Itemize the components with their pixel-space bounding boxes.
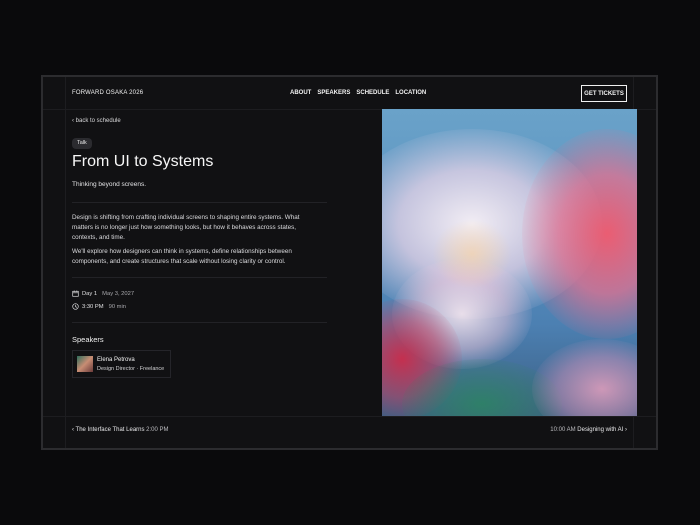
grid-line [65,77,66,448]
get-tickets-button[interactable]: GET TICKETS [581,85,627,102]
talk-date: Day 1 May 3, 2027 [72,290,134,297]
nav-schedule[interactable]: SCHEDULE [356,90,389,96]
next-talk-title: Designing with AI › [577,427,627,433]
calendar-icon [72,290,79,297]
previous-talk-link[interactable]: ‹ The Interface That Learns 2:00 PM [72,427,169,433]
talk-type-badge: Talk [72,138,92,149]
speaker-role: Design Director · Freelance [97,366,165,372]
abstract-flower-photo [382,109,637,416]
section-divider [72,322,327,323]
nav-about[interactable]: ABOUT [290,90,311,96]
speakers-heading: Speakers [72,335,104,344]
section-divider [72,277,327,278]
next-talk-link[interactable]: 10:00 AM Designing with AI › [550,427,627,433]
talk-title: From UI to Systems [72,153,214,170]
nav-speakers[interactable]: SPEAKERS [317,90,350,96]
main-nav: ABOUT SPEAKERS SCHEDULE LOCATION [290,90,426,96]
back-to-schedule-link[interactable]: ‹ back to schedule [72,118,121,124]
clock-icon [72,303,79,310]
brand-logo[interactable]: FORWARD OSAKA 2026 [72,90,143,96]
talk-subtitle: Thinking beyond screens. [72,181,147,188]
avatar [77,356,93,372]
footer-divider [43,416,656,417]
time-value: 3:30 PM [82,303,104,310]
previous-talk-title: ‹ The Interface That Learns [72,427,145,433]
talk-description-1: Design is shifting from crafting individ… [72,214,300,242]
previous-talk-time: 2:00 PM [146,427,169,433]
speaker-card[interactable]: Elena Petrova Design Director · Freelanc… [72,350,171,378]
section-divider [72,202,327,203]
talk-description-2: We'll explore how designers can think in… [72,248,292,266]
talk-time: 3:30 PM 90 min [72,303,126,310]
date-value: May 3, 2027 [102,290,135,297]
nav-location[interactable]: LOCATION [395,90,426,96]
speaker-name: Elena Petrova [97,357,135,363]
duration-value: 90 min [108,303,126,310]
day-label: Day 1 [82,290,98,297]
page-frame: FORWARD OSAKA 2026 ABOUT SPEAKERS SCHEDU… [41,75,658,450]
next-talk-time: 10:00 AM [550,427,576,433]
